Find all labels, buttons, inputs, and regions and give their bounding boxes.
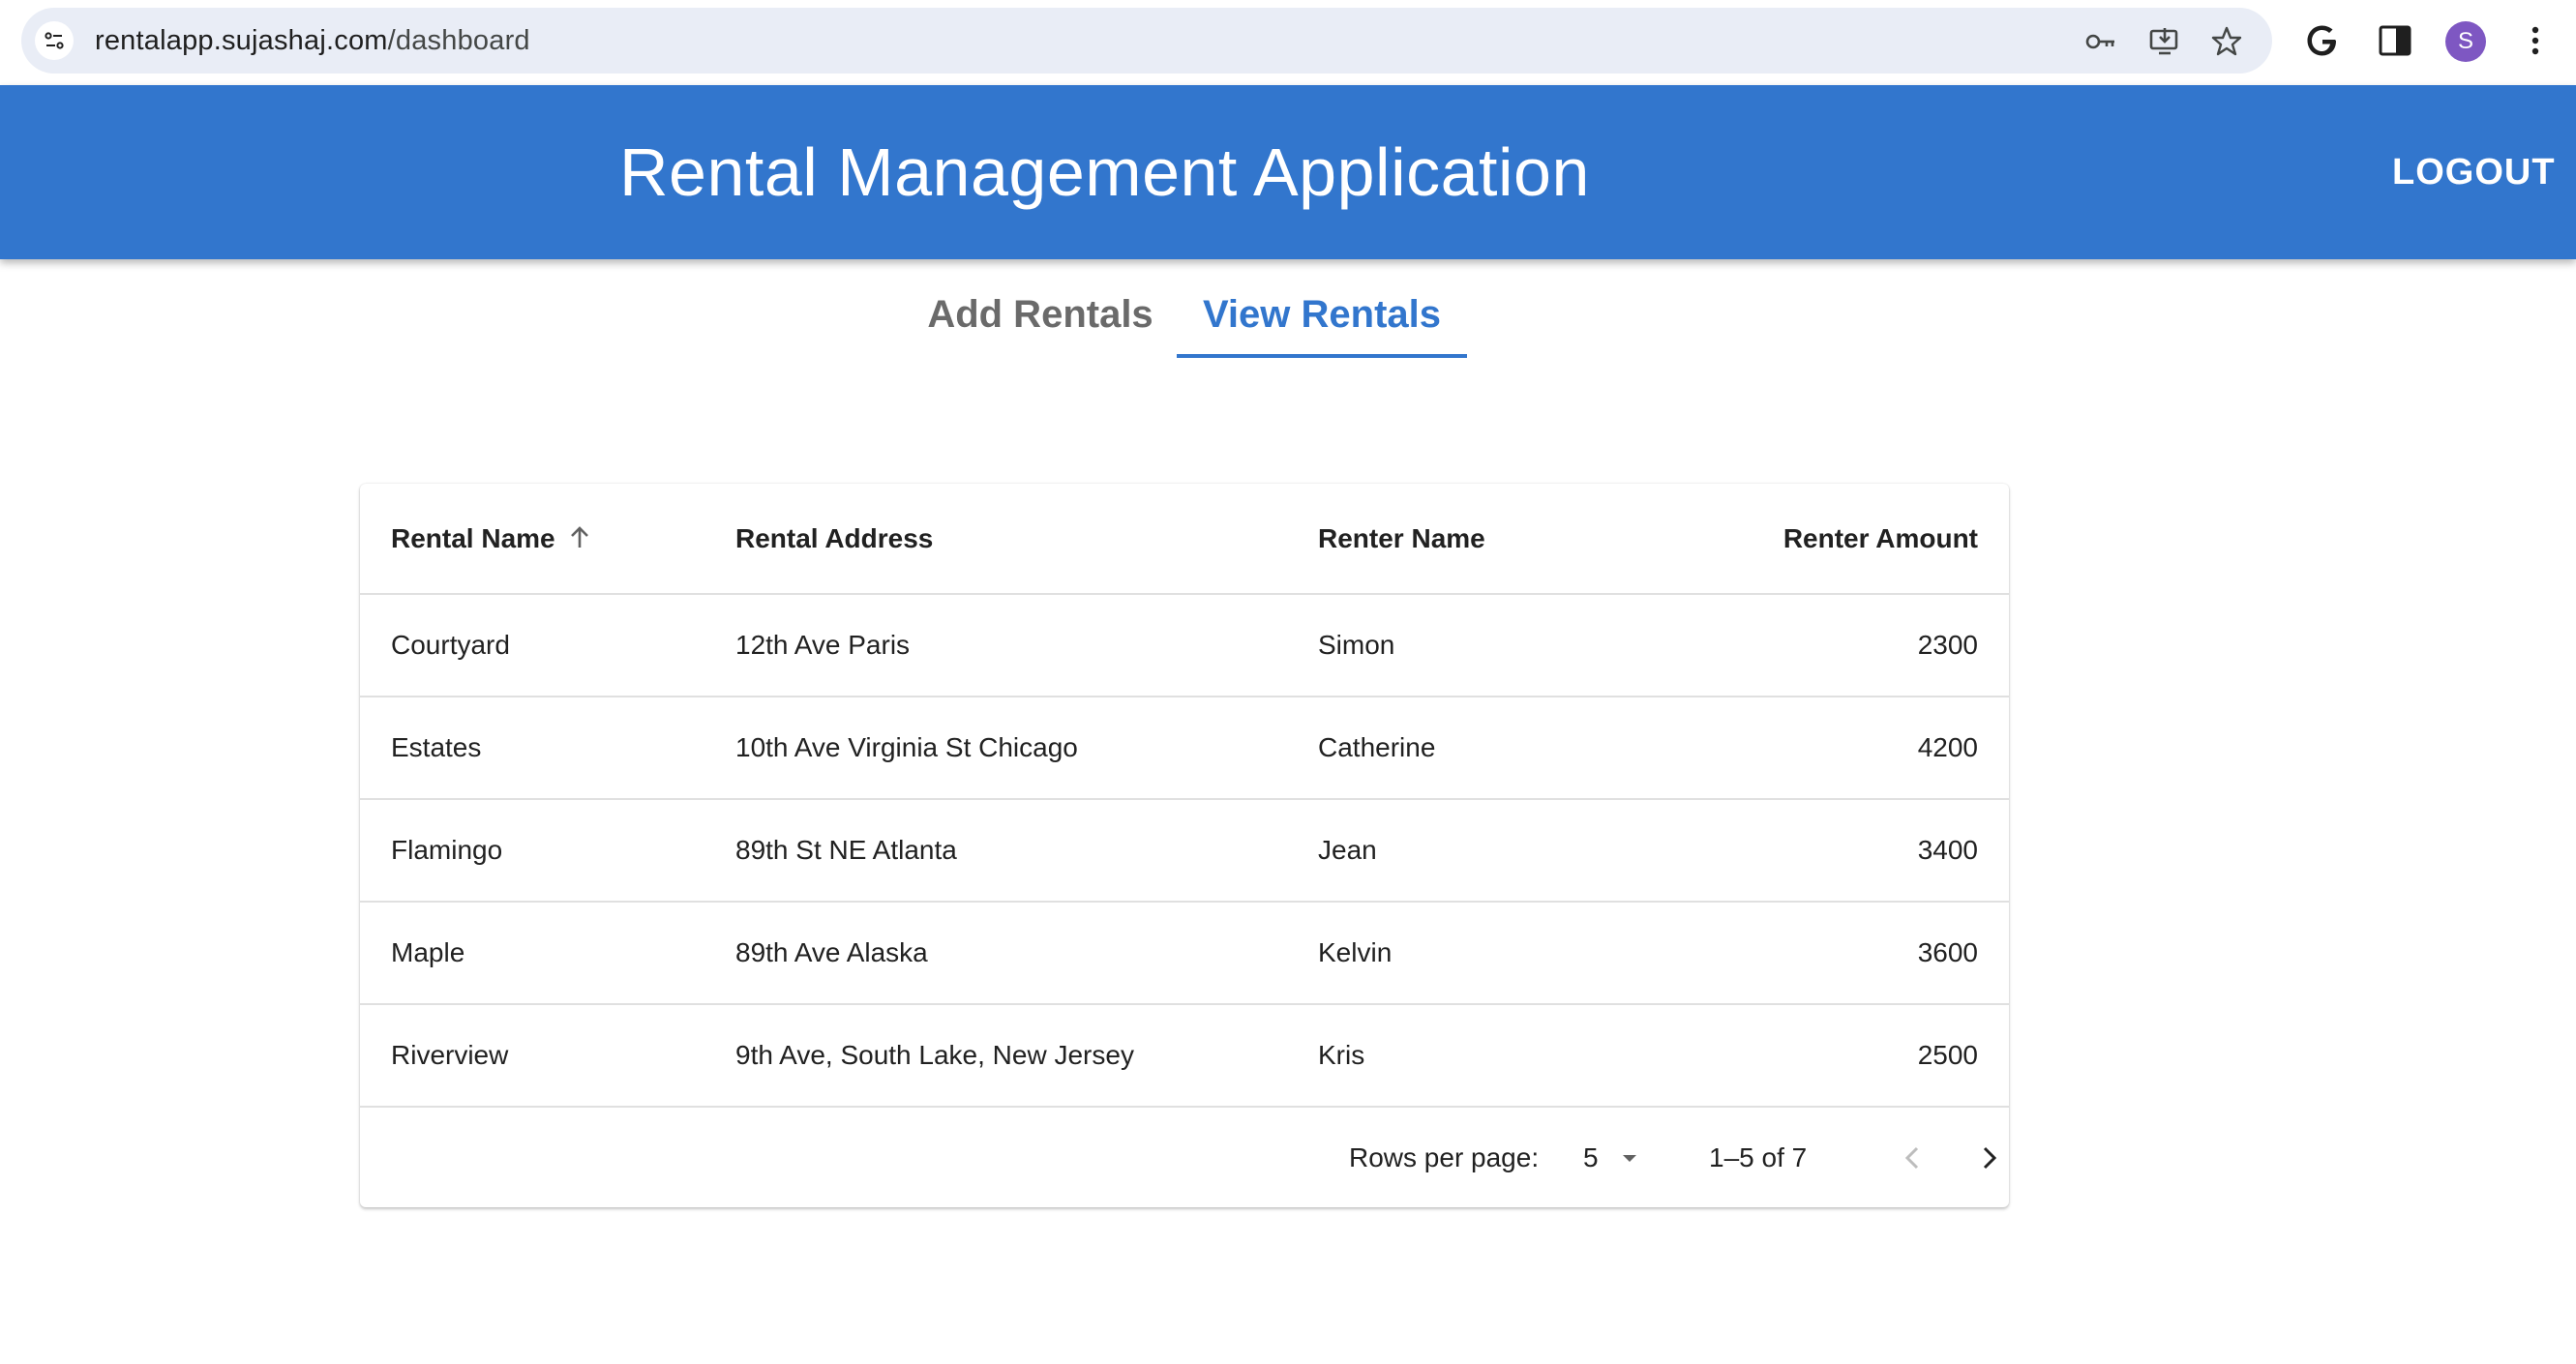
cell-rental-name: Courtyard [360, 594, 704, 697]
cell-rental-address: 89th St NE Atlanta [704, 799, 1287, 903]
table-header-row: Rental Name Rental Address Renter Name R… [360, 484, 2009, 595]
column-header-label: Rental Name [391, 522, 555, 553]
app-header: Rental Management Application LOGOUT [0, 85, 2576, 259]
chevron-left-icon [1904, 1146, 1919, 1170]
table-row: Maple 89th Ave Alaska Kelvin 3600 [360, 902, 2009, 1005]
cell-rental-name: Riverview [360, 1004, 704, 1108]
cell-renter-name: Kelvin [1287, 902, 1616, 1005]
tab-indicator [1177, 354, 1467, 358]
cell-renter-amount: 3600 [1616, 902, 2009, 1005]
cell-rental-name: Estates [360, 697, 704, 800]
star-icon[interactable] [2210, 25, 2243, 58]
rows-per-page-label: Rows per page: [1349, 1142, 1540, 1172]
column-header-renter-amount[interactable]: Renter Amount [1616, 484, 2009, 595]
table-row: Estates 10th Ave Virginia St Chicago Cat… [360, 697, 2009, 800]
cell-renter-name: Catherine [1287, 697, 1616, 800]
url-host: rentalapp.sujashaj.com [95, 25, 388, 56]
next-page-button[interactable] [1964, 1134, 2009, 1182]
tab-view-rentals[interactable]: View Rentals [1177, 277, 1467, 358]
profile-avatar[interactable]: S [2445, 21, 2486, 62]
address-bar[interactable]: rentalapp.sujashaj.com/dashboard [21, 8, 2272, 74]
more-vert-icon[interactable] [2516, 21, 2555, 60]
rentals-table-card: Rental Name Rental Address Renter Name R… [360, 484, 2009, 1207]
url-path: /dashboard [387, 25, 530, 56]
install-app-icon[interactable] [2148, 25, 2181, 58]
side-panel-icon[interactable] [2376, 21, 2414, 60]
cell-renter-amount: 2300 [1616, 594, 2009, 697]
cell-rental-name: Maple [360, 902, 704, 1005]
cell-renter-amount: 3400 [1616, 799, 2009, 903]
rentals-table: Rental Name Rental Address Renter Name R… [360, 484, 2009, 1108]
column-header-rental-name[interactable]: Rental Name [360, 484, 704, 595]
rows-per-page-value: 5 [1583, 1142, 1599, 1172]
column-header-rental-address[interactable]: Rental Address [704, 484, 1287, 595]
key-icon[interactable] [2084, 25, 2117, 58]
pagination-range: 1–5 of 7 [1709, 1142, 1808, 1172]
table-row: Flamingo 89th St NE Atlanta Jean 3400 [360, 799, 2009, 903]
tune-icon[interactable] [35, 21, 74, 60]
cell-renter-amount: 4200 [1616, 697, 2009, 800]
cell-rental-address: 9th Ave, South Lake, New Jersey [704, 1004, 1287, 1108]
table-row: Riverview 9th Ave, South Lake, New Jerse… [360, 1004, 2009, 1108]
table-pagination: Rows per page: 5 1–5 of 7 [360, 1109, 2009, 1207]
browser-toolbar: rentalapp.sujashaj.com/dashboard S [0, 0, 2576, 85]
cell-renter-name: Jean [1287, 799, 1616, 903]
cell-rental-address: 89th Ave Alaska [704, 902, 1287, 1005]
cell-rental-address: 10th Ave Virginia St Chicago [704, 697, 1287, 800]
dropdown-arrow-icon [1623, 1155, 1636, 1162]
sort-ascending-icon[interactable] [565, 523, 594, 552]
url-text[interactable]: rentalapp.sujashaj.com/dashboard [95, 8, 530, 74]
app-title: Rental Management Application [619, 134, 1590, 210]
cell-renter-name: Simon [1287, 594, 1616, 697]
column-header-renter-name[interactable]: Renter Name [1287, 484, 1616, 595]
cell-renter-name: Kris [1287, 1004, 1616, 1108]
table-row: Courtyard 12th Ave Paris Simon 2300 [360, 594, 2009, 697]
tab-add-rentals[interactable]: Add Rentals [910, 277, 1171, 358]
previous-page-button[interactable] [1889, 1134, 1937, 1182]
cell-rental-name: Flamingo [360, 799, 704, 903]
cell-renter-amount: 2500 [1616, 1004, 2009, 1108]
logout-button[interactable]: LOGOUT [2392, 85, 2576, 259]
chevron-right-icon [1983, 1146, 1997, 1170]
cell-rental-address: 12th Ave Paris [704, 594, 1287, 697]
google-icon[interactable] [2303, 21, 2342, 60]
rows-per-page-select[interactable]: 5 [1583, 1134, 1653, 1182]
